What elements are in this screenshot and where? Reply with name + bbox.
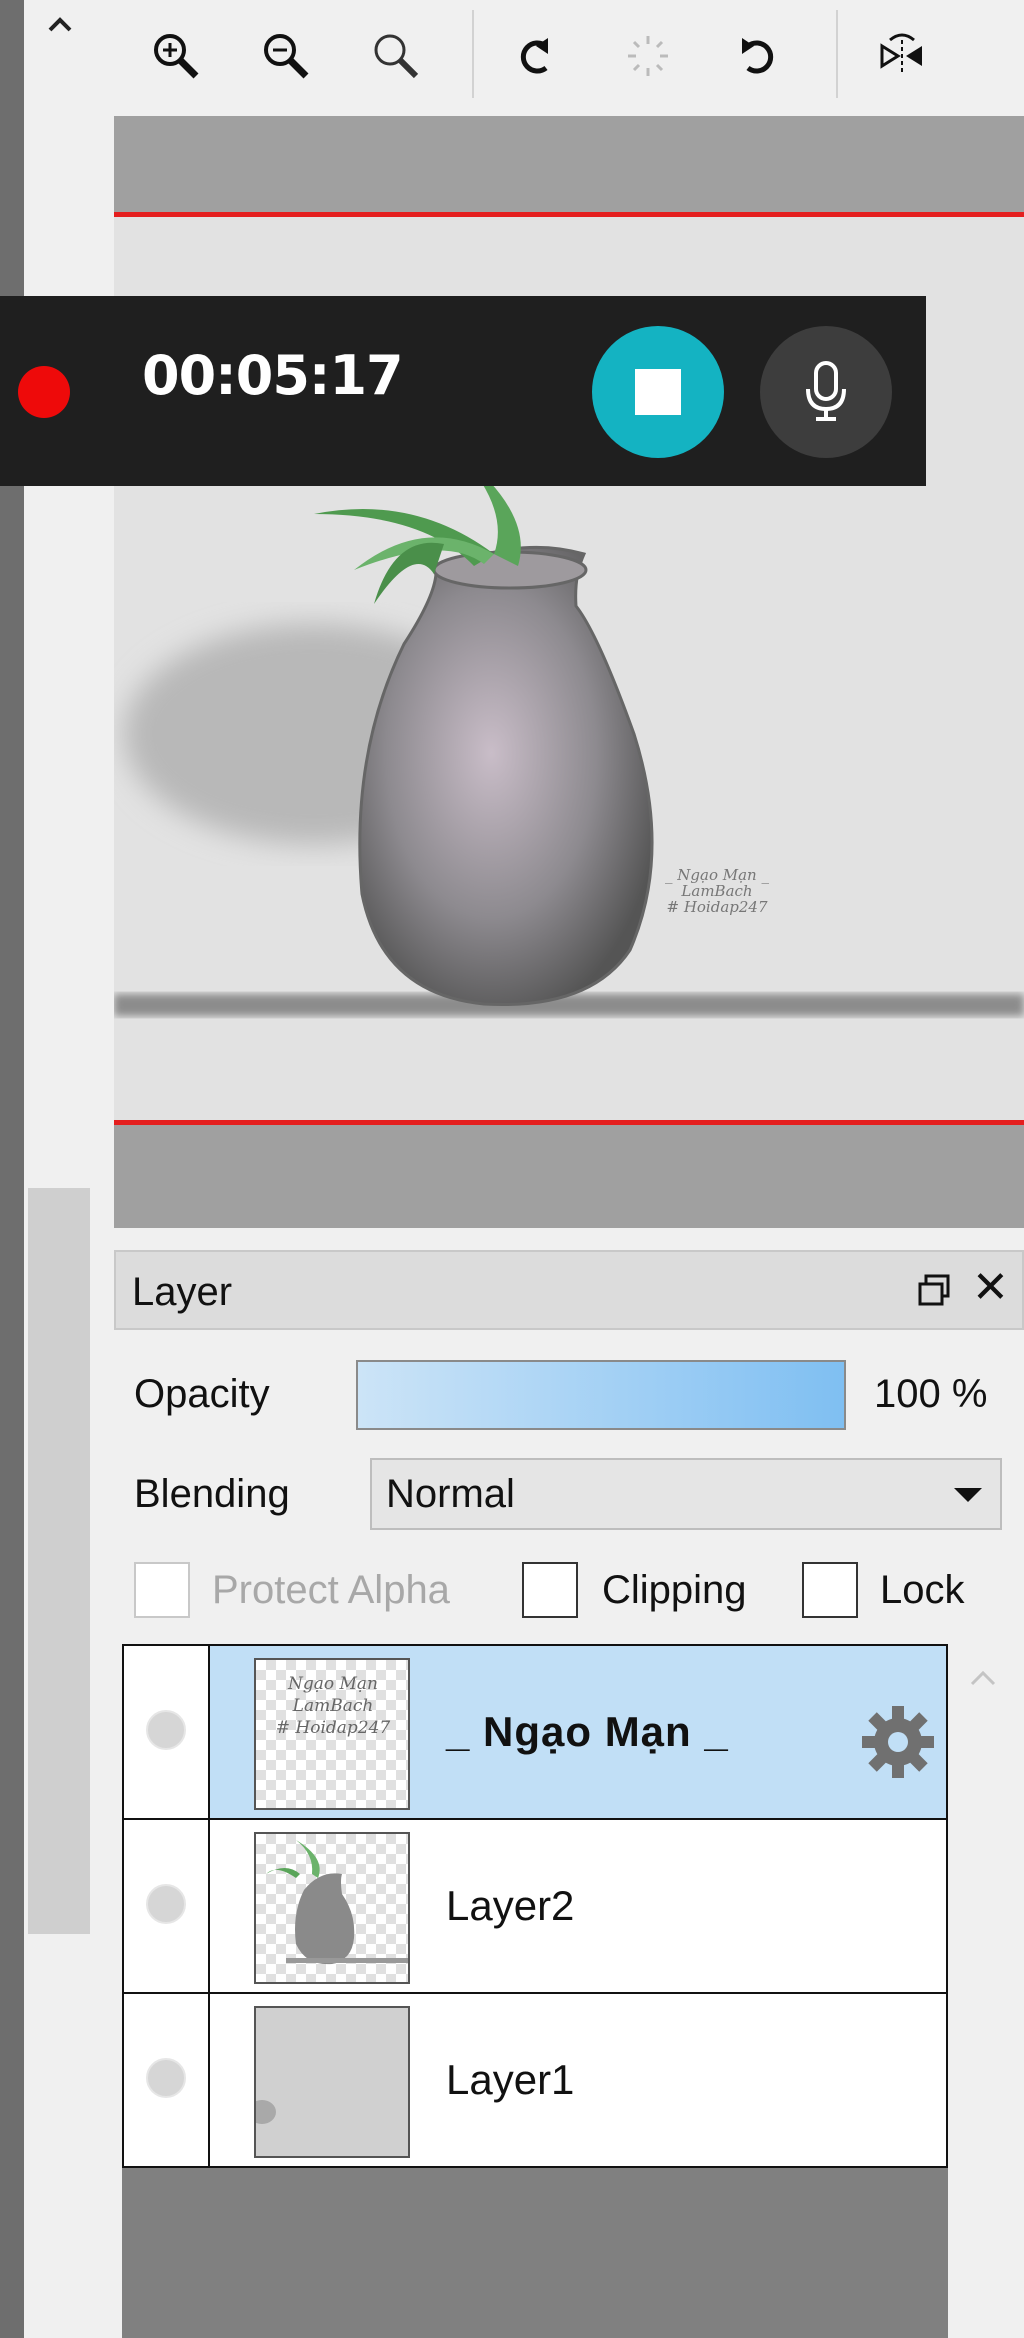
stop-recording-button[interactable] <box>592 326 724 458</box>
collapse-up-chevron-icon[interactable] <box>40 6 80 46</box>
screen-recorder-bar: 00:05:17 <box>0 296 926 486</box>
flip-horizontal-icon[interactable] <box>864 18 940 94</box>
layer-name: Layer1 <box>446 2056 575 2103</box>
visibility-dot-icon <box>146 1884 186 1924</box>
layer-row-body[interactable]: Layer2 <box>210 1820 946 1992</box>
blending-label: Blending <box>134 1472 290 1516</box>
opacity-label: Opacity <box>134 1372 270 1416</box>
visibility-dot-icon <box>146 1710 186 1750</box>
visibility-toggle[interactable] <box>124 1994 210 2166</box>
rotate-left-icon[interactable] <box>498 18 574 94</box>
protect-alpha-label: Protect Alpha <box>212 1568 450 1612</box>
zoom-in-icon[interactable] <box>138 18 214 94</box>
visibility-dot-icon <box>146 2058 186 2098</box>
layer-thumbnail <box>254 1832 410 1984</box>
layer-row-body[interactable]: Layer1 <box>210 1994 946 2166</box>
canvas-border-top <box>114 212 1024 217</box>
rotate-right-icon[interactable] <box>720 18 796 94</box>
blending-mode-value: Normal <box>386 1472 515 1516</box>
protect-alpha-checkbox[interactable] <box>134 1562 190 1618</box>
opacity-value: 100 % <box>874 1372 988 1416</box>
layer-thumbnail: Ngạo Mạn LamBach # Hoidap247 <box>254 1658 410 1810</box>
microphone-toggle-button[interactable] <box>760 326 892 458</box>
zoom-out-icon[interactable] <box>248 18 324 94</box>
visibility-toggle[interactable] <box>124 1646 210 1818</box>
canvas-viewport[interactable]: _ Ngạo Mạn _ LamBach # Hoidap247 <box>114 116 1024 1228</box>
canvas-border-bottom <box>114 1120 1024 1125</box>
layer-thumbnail <box>254 2006 410 2158</box>
clipping-label: Clipping <box>602 1568 747 1612</box>
microphone-icon <box>806 361 846 421</box>
clipping-checkbox[interactable] <box>522 1562 578 1618</box>
layer-panel-titlebar[interactable]: Layer ✕ <box>114 1250 1024 1330</box>
view-toolbar <box>114 0 1024 112</box>
zoom-reset-icon[interactable] <box>358 18 434 94</box>
layer-row[interactable]: Ngạo Mạn LamBach # Hoidap247 _ Ngạo Mạn … <box>122 1644 948 1820</box>
loading-spinner-icon[interactable] <box>610 18 686 94</box>
layer-row-body[interactable]: Ngạo Mạn LamBach # Hoidap247 _ Ngạo Mạn … <box>210 1646 946 1818</box>
recording-timer: 00:05:17 <box>142 344 404 407</box>
toolbar-separator <box>472 10 474 98</box>
thumb-text-line3: # Hoidap247 <box>275 1718 391 1738</box>
layer-list-scroll-up-icon[interactable] <box>966 1660 1000 1699</box>
opacity-slider[interactable] <box>356 1360 846 1430</box>
layer-list: Ngạo Mạn LamBach # Hoidap247 _ Ngạo Mạn … <box>122 1644 948 2338</box>
layer-row[interactable]: Layer2 <box>122 1818 948 1994</box>
recording-indicator-icon <box>18 366 70 418</box>
layer-row[interactable]: Layer1 <box>122 1992 948 2168</box>
thumb-text-line2: LamBach <box>292 1696 374 1716</box>
layer-name: _ Ngạo Mạn _ <box>446 1708 729 1755</box>
close-panel-icon[interactable]: ✕ <box>972 1266 1009 1310</box>
blending-mode-select[interactable]: Normal <box>370 1458 1002 1530</box>
lock-checkbox[interactable] <box>802 1562 858 1618</box>
restore-window-icon[interactable] <box>916 1272 952 1308</box>
thumb-text-line1: Ngạo Mạn <box>287 1674 379 1694</box>
gear-icon[interactable] <box>856 1700 940 1784</box>
visibility-toggle[interactable] <box>124 1820 210 1992</box>
layer-panel-title: Layer <box>132 1270 233 1314</box>
canvas-watermark-line3: # Hoidap247 <box>666 898 768 916</box>
stop-icon <box>635 369 681 415</box>
layer-name: Layer2 <box>446 1882 575 1929</box>
layer-panel: Layer ✕ Opacity 100 % Blending Normal Pr… <box>114 1250 1024 2338</box>
dropdown-arrow-icon <box>954 1488 982 1502</box>
lock-label: Lock <box>880 1568 965 1612</box>
side-scrollbar-thumb[interactable] <box>28 1188 90 1934</box>
toolbar-separator <box>836 10 838 98</box>
